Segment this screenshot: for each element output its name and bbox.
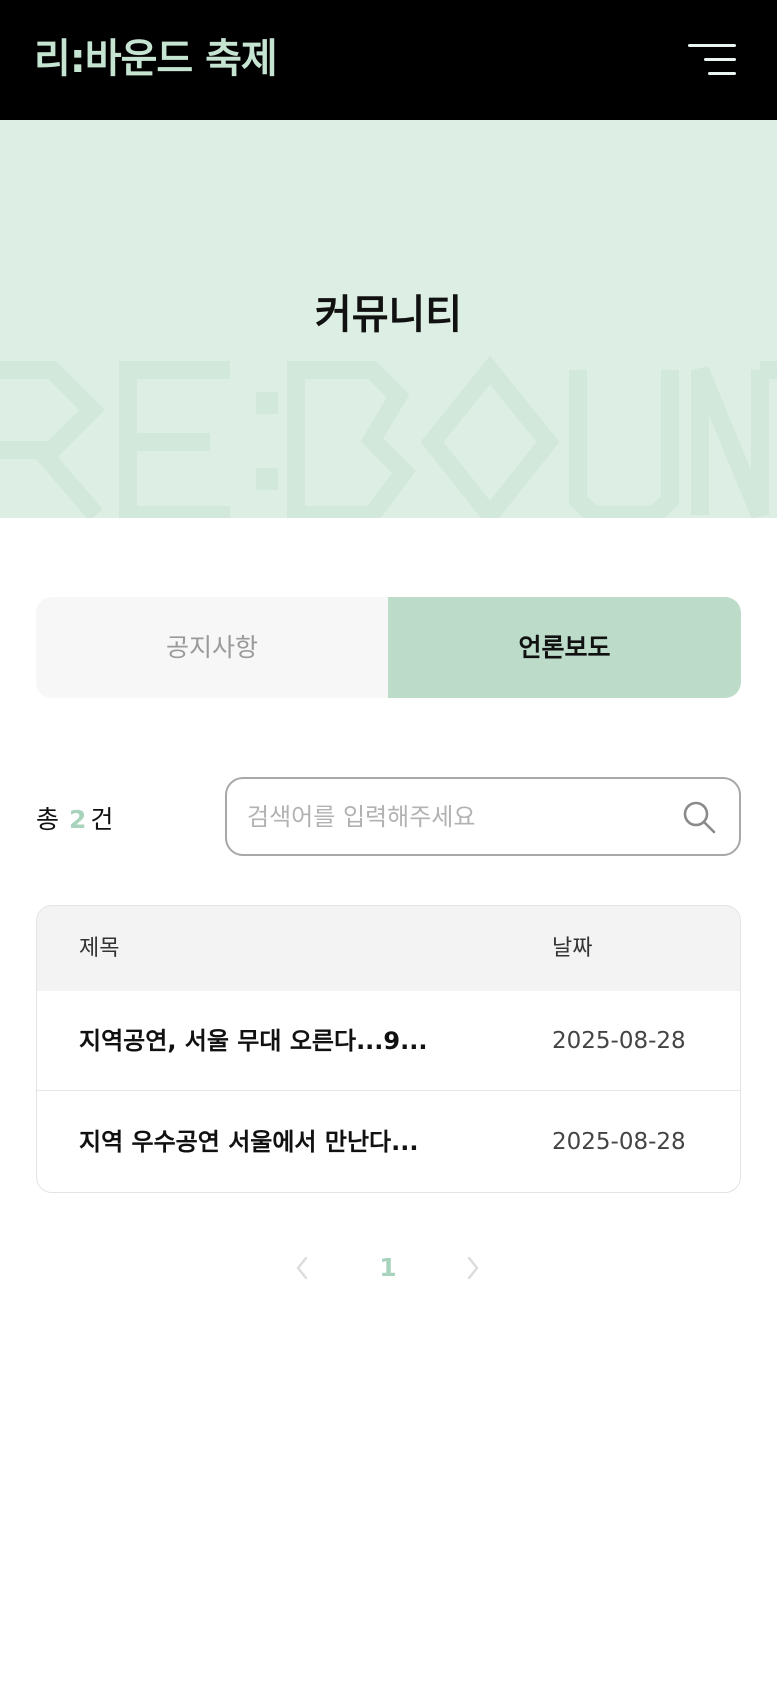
table-header: 제목 날짜 [37,906,740,991]
total-count: 총2건 [36,800,113,840]
count-prefix: 총 [36,805,60,834]
search-icon[interactable] [681,799,717,835]
tab-notice[interactable]: 공지사항 [36,597,388,698]
top-header: 리:바운드 축제 [0,0,777,120]
column-date-header: 날짜 [552,936,593,961]
row-date: 2025-08-28 [552,1028,686,1054]
search-box [225,777,741,856]
search-input[interactable] [247,779,667,854]
hamburger-menu-icon[interactable] [684,40,736,80]
table-row[interactable]: 지역 우수공연 서울에서 만난다... 2025-08-28 [37,1092,740,1192]
count-number: 2 [69,805,87,834]
table-row[interactable]: 지역공연, 서울 무대 오른다...9... 2025-08-28 [37,991,740,1091]
category-tabs: 공지사항 언론보도 [36,597,741,698]
site-logo[interactable]: 리:바운드 축제 [34,34,278,84]
chevron-left-icon[interactable] [292,1254,312,1282]
hero-banner: 커뮤니티 [0,120,777,518]
pagination: 1 [0,1248,777,1288]
rebound-watermark [0,355,777,518]
chevron-right-icon[interactable] [463,1254,483,1282]
page-number-current[interactable]: 1 [370,1248,406,1288]
row-title[interactable]: 지역공연, 서울 무대 오른다...9... [79,991,499,1091]
row-title[interactable]: 지역 우수공연 서울에서 만난다... [79,1092,499,1192]
count-suffix: 건 [90,805,114,834]
press-table: 제목 날짜 지역공연, 서울 무대 오른다...9... 2025-08-28 … [36,905,741,1193]
tab-press-release[interactable]: 언론보도 [388,597,741,698]
page-title: 커뮤니티 [314,292,463,338]
column-title-header: 제목 [79,936,120,961]
row-date: 2025-08-28 [552,1129,686,1155]
